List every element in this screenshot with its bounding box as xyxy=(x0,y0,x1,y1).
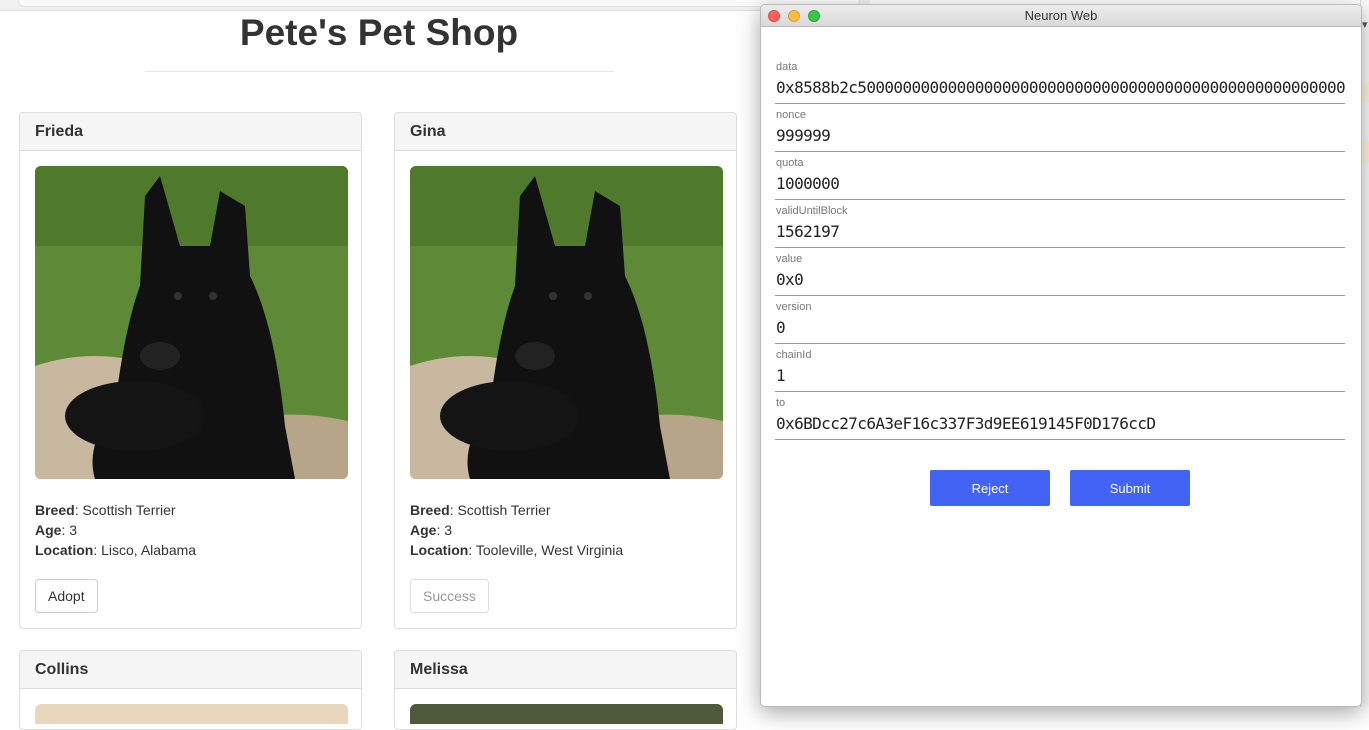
submit-button[interactable]: Submit xyxy=(1070,470,1190,506)
field-value[interactable]: 999999 xyxy=(776,126,1345,145)
reject-button[interactable]: Reject xyxy=(930,470,1050,506)
neuron-web-window: Neuron Web data 0x8588b2c500000000000000… xyxy=(760,4,1362,707)
highlight-tab xyxy=(1361,82,1369,102)
tx-field-version[interactable]: version 0 xyxy=(775,295,1345,344)
location-value: : Tooleville, West Virginia xyxy=(468,542,624,558)
chevron-down-icon[interactable]: ▾ xyxy=(1362,18,1368,31)
field-value[interactable]: 1000000 xyxy=(776,174,1345,193)
pet-photo xyxy=(410,166,723,479)
page-title: Pete's Pet Shop xyxy=(239,12,519,53)
tx-field-value[interactable]: value 0x0 xyxy=(775,247,1345,296)
window-titlebar[interactable]: Neuron Web xyxy=(761,5,1361,27)
tx-field-to[interactable]: to 0x6BDcc27c6A3eF16c337F3d9EE619145F0D1… xyxy=(775,391,1345,440)
field-value[interactable]: 0x0 xyxy=(776,270,1345,289)
field-value[interactable]: 0x6BDcc27c6A3eF16c337F3d9EE619145F0D176c… xyxy=(776,414,1345,433)
pet-photo xyxy=(35,166,348,479)
field-value[interactable]: 0 xyxy=(776,318,1345,337)
location-label: Location xyxy=(410,542,469,558)
pet-photo xyxy=(410,704,723,724)
tx-field-data[interactable]: data 0x8588b2c50000000000000000000000000… xyxy=(775,55,1345,104)
field-label: quota xyxy=(776,157,804,169)
highlight-tab xyxy=(1361,142,1369,162)
field-label: data xyxy=(776,61,798,73)
pet-name: Melissa xyxy=(395,651,736,689)
field-label: chainId xyxy=(776,349,812,361)
location-value: : Lisco, Alabama xyxy=(93,542,197,558)
pet-info: Breed: Scottish Terrier Age: 3 Location:… xyxy=(35,500,196,560)
age-label: Age xyxy=(35,522,62,538)
field-label: version xyxy=(776,301,812,313)
field-label: validUntilBlock xyxy=(776,205,848,217)
breed-value: : Scottish Terrier xyxy=(74,502,176,518)
field-value[interactable]: 1562197 xyxy=(776,222,1345,241)
field-label: value xyxy=(776,253,803,265)
age-label: Age xyxy=(410,522,437,538)
breed-label: Breed xyxy=(410,502,450,518)
tx-field-quota[interactable]: quota 1000000 xyxy=(775,151,1345,200)
pet-name: Frieda xyxy=(20,113,361,151)
field-label: nonce xyxy=(776,109,806,121)
location-label: Location xyxy=(35,542,94,558)
age-value: : 3 xyxy=(61,522,78,538)
pet-name: Collins xyxy=(20,651,361,689)
tx-field-chain-id[interactable]: chainId 1 xyxy=(775,343,1345,392)
breed-value: : Scottish Terrier xyxy=(449,502,551,518)
field-value[interactable]: 1 xyxy=(776,366,1345,385)
title-divider xyxy=(145,71,613,72)
address-bar[interactable] xyxy=(18,0,860,7)
success-button[interactable]: Success xyxy=(410,579,489,613)
adopt-button[interactable]: Adopt xyxy=(35,579,98,613)
browser-toolbar xyxy=(0,0,870,11)
pet-card-melissa: Melissa xyxy=(394,650,737,730)
breed-label: Breed xyxy=(35,502,75,518)
pet-info: Breed: Scottish Terrier Age: 3 Location:… xyxy=(410,500,623,560)
pet-photo xyxy=(35,704,348,724)
age-value: : 3 xyxy=(436,522,453,538)
field-value[interactable]: 0x8588b2c5000000000000000000000000000000… xyxy=(776,78,1345,97)
tx-field-nonce[interactable]: nonce 999999 xyxy=(775,103,1345,152)
pet-card-collins: Collins xyxy=(19,650,362,730)
pet-card-frieda: Frieda Breed: Scottish Terrier Age: 3 Lo… xyxy=(19,112,362,629)
pet-name: Gina xyxy=(395,113,736,151)
field-label: to xyxy=(776,397,786,409)
window-title: Neuron Web xyxy=(1024,8,1098,23)
tx-field-valid-until-block[interactable]: validUntilBlock 1562197 xyxy=(775,199,1345,248)
pet-card-gina: Gina Breed: Scottish Terrier Age: 3 Loca… xyxy=(394,112,737,629)
